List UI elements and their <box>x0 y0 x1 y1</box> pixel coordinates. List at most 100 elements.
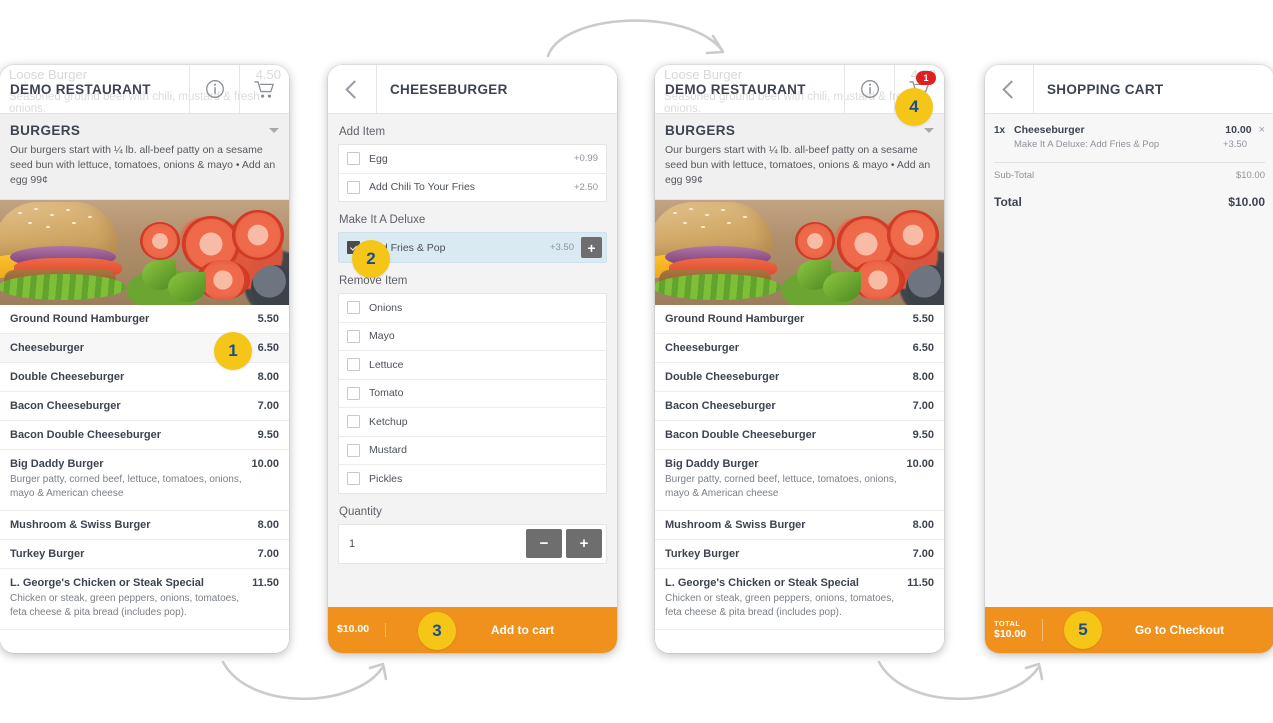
menu-item-name: Turkey Burger <box>10 547 85 560</box>
menu-row[interactable]: L. George's Chicken or Steak Special 11.5… <box>0 569 289 630</box>
detail-header: CHEESEBURGER <box>328 65 617 114</box>
option-row-onions[interactable]: Onions <box>339 294 606 323</box>
menu-item-price: 6.50 <box>257 341 279 354</box>
menu-item-name: Bacon Double Cheeseburger <box>665 428 816 441</box>
menu-item-price: 10.00 <box>251 457 279 470</box>
cart-item-name: Cheeseburger <box>1014 124 1085 136</box>
option-label: Egg <box>369 152 388 165</box>
menu-row[interactable]: L. George's Chicken or Steak Special 11.5… <box>655 569 944 630</box>
menu-row[interactable]: Mushroom & Swiss Burger 8.00 <box>655 511 944 540</box>
info-circle-icon <box>860 80 879 98</box>
restaurant-title: DEMO RESTAURANT <box>665 81 806 97</box>
menu-item-price: 8.00 <box>257 370 279 383</box>
menu-item-price: 9.50 <box>257 428 279 441</box>
section-header[interactable]: BURGERS Our burgers start with ¼ lb. all… <box>0 114 289 200</box>
menu-row[interactable]: Double Cheeseburger 8.00 <box>655 363 944 392</box>
checkbox-icon[interactable] <box>347 386 360 400</box>
footer-total: $10.00 <box>328 623 386 637</box>
menu-row[interactable]: Bacon Cheeseburger 7.00 <box>655 392 944 421</box>
restaurant-title: DEMO RESTAURANT <box>10 81 151 97</box>
quantity-stepper[interactable]: 1 − + <box>338 523 607 564</box>
footer-total-value: $10.00 <box>337 623 370 636</box>
arrow-top-1-to-2-head <box>705 34 725 55</box>
detail-body: Add Item Egg +0.99 Add Chili To Your Fri… <box>328 114 617 607</box>
menu-row[interactable]: Double Cheeseburger 8.00 <box>0 363 289 392</box>
checkbox-icon[interactable] <box>347 443 360 457</box>
option-row-mayo[interactable]: Mayo <box>339 323 606 351</box>
back-button[interactable] <box>985 65 1034 113</box>
detail-footer[interactable]: $10.00 Add to cart <box>328 607 617 653</box>
option-row-egg[interactable]: Egg +0.99 <box>339 145 606 174</box>
menu-item-price: 6.50 <box>912 341 934 354</box>
menu-item-price: 5.50 <box>257 312 279 325</box>
quantity-value[interactable]: 1 <box>349 538 526 550</box>
minus-icon[interactable]: − <box>526 529 562 558</box>
menu-row[interactable]: Bacon Cheeseburger 7.00 <box>0 392 289 421</box>
menu-item-name: Cheeseburger <box>665 341 739 354</box>
menu-row[interactable]: Bacon Double Cheeseburger 9.50 <box>655 421 944 450</box>
option-row-ketchup[interactable]: Ketchup <box>339 408 606 437</box>
option-row-mustard[interactable]: Mustard <box>339 437 606 465</box>
subtotal-label: Sub-Total <box>994 170 1035 181</box>
menu-row[interactable]: Ground Round Hamburger 5.50 <box>0 305 289 334</box>
menu-row[interactable]: Cheeseburger 6.50 <box>655 334 944 363</box>
menu-item-name: Big Daddy Burger <box>10 457 104 470</box>
menu-item-name: Bacon Cheeseburger <box>665 399 776 412</box>
info-circle-icon <box>205 80 224 98</box>
option-label: Ketchup <box>369 415 408 428</box>
option-row-tomato[interactable]: Tomato <box>339 380 606 408</box>
menu-row[interactable]: Bacon Double Cheeseburger 9.50 <box>0 421 289 450</box>
menu-item-name: Turkey Burger <box>665 547 740 560</box>
phone-panel-cart: SHOPPING CART 1x Cheeseburger 10.00 × Ma… <box>985 65 1273 653</box>
checkbox-icon[interactable] <box>347 472 360 486</box>
checkbox-icon[interactable] <box>347 329 360 343</box>
arrow-bottom-4-to-5 <box>877 660 1040 700</box>
menu-item-name: Ground Round Hamburger <box>665 312 805 325</box>
cart-button[interactable] <box>239 65 289 113</box>
menu-row[interactable]: Mushroom & Swiss Burger 8.00 <box>0 511 289 540</box>
arrow-top-1-to-2 <box>546 19 724 58</box>
info-button[interactable] <box>844 65 894 113</box>
checkbox-icon[interactable] <box>347 152 360 166</box>
checkbox-icon[interactable] <box>347 301 360 315</box>
close-icon[interactable]: × <box>1259 125 1265 136</box>
info-button[interactable] <box>189 65 239 113</box>
cart-body: 1x Cheeseburger 10.00 × Make It A Deluxe… <box>985 114 1273 607</box>
menu-item-price: 10.00 <box>906 457 934 470</box>
arrow-bottom-2-to-3-head <box>368 662 388 681</box>
shopping-cart-icon <box>254 80 274 98</box>
phone-panel-menu-with-cart: Loose Burger Seasoned ground beef with c… <box>655 65 944 653</box>
cart-footer[interactable]: TOTAL $10.00 Go to Checkout <box>985 607 1273 653</box>
flow-diagram: Loose Burger Seasoned ground beef with c… <box>0 0 1273 723</box>
checkbox-icon[interactable] <box>347 415 360 429</box>
menu-row[interactable]: Big Daddy Burger 10.00 Burger patty, corn… <box>0 450 289 511</box>
caret-down-icon[interactable] <box>269 128 279 133</box>
checkbox-icon[interactable] <box>347 358 360 372</box>
total-label: Total <box>994 195 1022 209</box>
subtotal-value: $10.00 <box>1235 170 1265 181</box>
menu-row[interactable]: Turkey Burger 7.00 <box>655 540 944 569</box>
option-row-chili-fries[interactable]: Add Chili To Your Fries +2.50 <box>339 174 606 202</box>
menu-item-desc: Burger patty, corned beef, lettuce, toma… <box>665 473 897 500</box>
option-price: +0.99 <box>573 153 598 165</box>
caret-down-icon[interactable] <box>924 128 934 133</box>
step-badge-2: 2 <box>352 240 390 278</box>
menu-row[interactable]: Ground Round Hamburger 5.50 <box>655 305 944 334</box>
option-price: +2.50 <box>573 181 598 193</box>
plus-icon[interactable]: + <box>581 237 602 258</box>
menu-row[interactable]: Big Daddy Burger 10.00 Burger patty, corn… <box>655 450 944 511</box>
menu-row[interactable]: Turkey Burger 7.00 <box>0 540 289 569</box>
group-label-remove-item: Remove Item <box>339 275 408 287</box>
plus-icon[interactable]: + <box>566 529 602 558</box>
menu-item-price: 7.00 <box>257 399 279 412</box>
section-description: Our burgers start with ¼ lb. all-beef pa… <box>10 144 276 186</box>
checkbox-icon[interactable] <box>347 180 360 194</box>
option-row-lettuce[interactable]: Lettuce <box>339 351 606 380</box>
back-button[interactable] <box>328 65 377 113</box>
section-description: Our burgers start with ¼ lb. all-beef pa… <box>665 144 931 186</box>
option-row-pickles[interactable]: Pickles <box>339 465 606 493</box>
option-label: Tomato <box>369 387 404 400</box>
section-header[interactable]: BURGERS Our burgers start with ¼ lb. all… <box>655 114 944 200</box>
cart-item-qty: 1x <box>994 125 1006 136</box>
subtotal-row: Sub-Total $10.00 <box>994 163 1265 188</box>
